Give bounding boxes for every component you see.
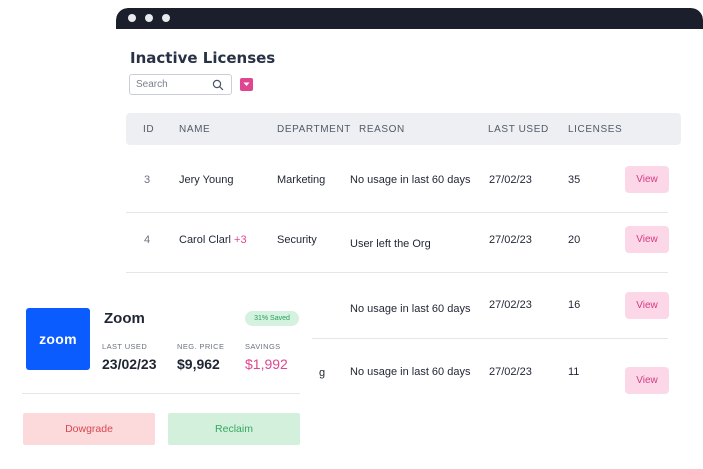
last-used-label: LAST USED xyxy=(102,342,148,351)
row-name: Jery Young xyxy=(179,174,233,186)
row-department: Security xyxy=(277,234,317,246)
saved-badge: 31% Saved xyxy=(245,311,299,326)
table-header: ID NAME DEPARTMENT REASON LAST USED LICE… xyxy=(126,113,681,145)
window-maximize-dot[interactable] xyxy=(162,14,170,22)
downgrade-button[interactable]: Dowgrade xyxy=(23,413,155,445)
window-minimize-dot[interactable] xyxy=(145,14,153,22)
page-title: Inactive Licenses xyxy=(130,49,276,67)
savings-label: SAVINGS xyxy=(245,342,281,351)
last-used-value: 23/02/23 xyxy=(102,356,157,372)
header-department: DEPARTMENT xyxy=(277,124,351,135)
row-id: 3 xyxy=(144,174,151,186)
header-name: NAME xyxy=(179,124,211,135)
filter-dropdown-button[interactable] xyxy=(240,78,253,91)
more-users-badge[interactable]: +3 xyxy=(234,234,247,246)
card-divider xyxy=(22,393,300,394)
search-box xyxy=(129,74,232,95)
row-name-text: Jery Young xyxy=(179,174,234,186)
row-licenses: 16 xyxy=(568,299,581,311)
view-button[interactable]: View xyxy=(625,166,669,193)
savings-value: $1,992 xyxy=(245,356,288,372)
view-button[interactable]: View xyxy=(625,367,669,394)
table-row: 3 Jery Young Marketing No usage in last … xyxy=(126,153,669,213)
row-reason: User left the Org xyxy=(350,238,431,250)
header-last-used: LAST USED xyxy=(488,124,549,135)
zoom-logo: zoom xyxy=(26,308,90,370)
reclaim-button[interactable]: Reclaim xyxy=(168,413,300,445)
row-id: 4 xyxy=(144,234,151,246)
neg-price-label: NEG. PRICE xyxy=(177,342,225,351)
zoom-logo-text: zoom xyxy=(39,331,77,347)
row-licenses: 20 xyxy=(568,234,581,246)
row-reason: No usage in last 60 days xyxy=(350,303,471,315)
search-input[interactable] xyxy=(130,75,208,94)
row-last-used: 27/02/23 xyxy=(489,234,532,246)
neg-price-value: $9,962 xyxy=(177,356,220,372)
header-licenses: LICENSES xyxy=(568,124,623,135)
header-id: ID xyxy=(143,124,155,135)
row-department: Marketing xyxy=(277,174,326,186)
table-row: 4 Carol Clarl +3 Security User left the … xyxy=(126,213,669,273)
view-button[interactable]: View xyxy=(625,292,669,319)
row-last-used: 27/02/23 xyxy=(489,299,532,311)
row-last-used: 27/02/23 xyxy=(489,366,532,378)
row-licenses: 11 xyxy=(568,366,580,378)
chevron-down-icon xyxy=(243,82,250,86)
license-summary-card: zoom Zoom 31% Saved LAST USED 23/02/23 N… xyxy=(0,289,312,469)
window-titlebar xyxy=(116,8,703,29)
row-reason: No usage in last 60 days xyxy=(350,174,471,186)
row-licenses: 35 xyxy=(568,174,581,186)
card-title: Zoom xyxy=(104,310,145,327)
header-reason: REASON xyxy=(359,124,405,135)
view-button[interactable]: View xyxy=(625,226,669,253)
row-last-used: 27/02/23 xyxy=(489,174,532,186)
window-close-dot[interactable] xyxy=(128,14,136,22)
row-name: Carol Clarl +3 xyxy=(179,234,247,246)
row-department: g xyxy=(319,367,326,379)
row-reason: No usage in last 60 days xyxy=(350,366,471,378)
search-icon[interactable] xyxy=(212,78,224,91)
row-name-text: Carol Clarl xyxy=(179,234,231,246)
